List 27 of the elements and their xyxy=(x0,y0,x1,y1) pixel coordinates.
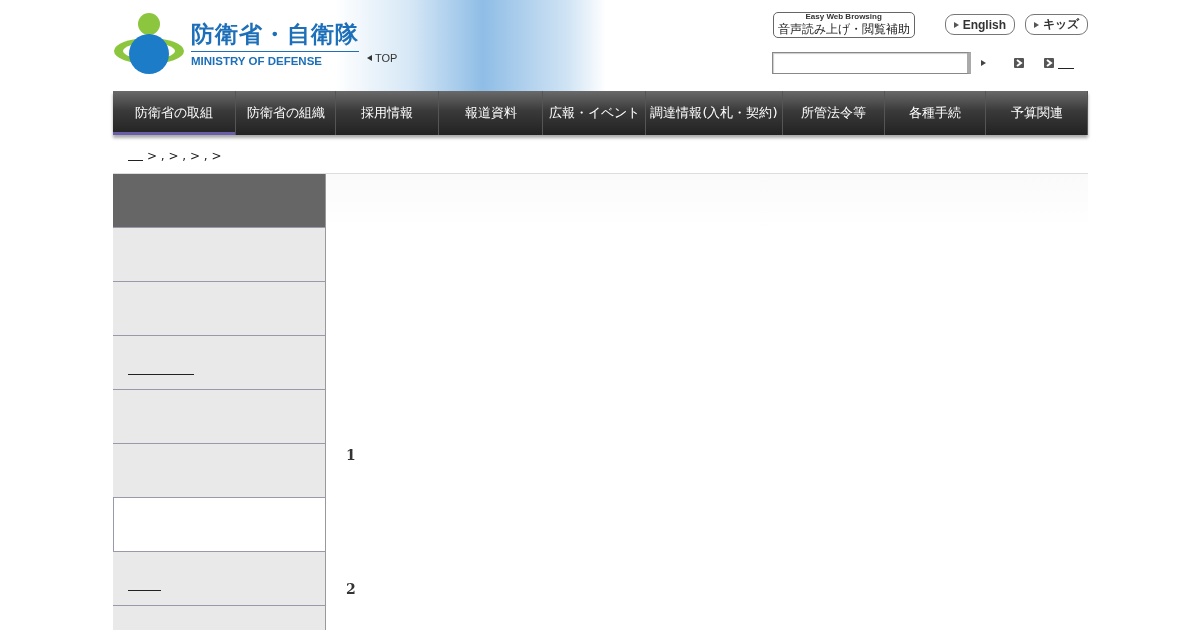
nav-tab[interactable]: 予算関連 xyxy=(986,91,1088,135)
triangle-icon xyxy=(953,21,959,28)
language-button[interactable]: キッズ xyxy=(1025,14,1088,35)
nav-tab[interactable]: 報道資料 xyxy=(439,91,543,135)
triangle-icon xyxy=(1034,21,1039,28)
search-field[interactable] xyxy=(772,52,971,74)
nav-tab[interactable]: 所管法令等 xyxy=(783,91,885,135)
section-number: 1 xyxy=(346,447,357,463)
nav-tab[interactable]: 防衛省の組織 xyxy=(236,91,336,135)
triangle-icon xyxy=(981,60,986,66)
section-number: 2 xyxy=(346,581,357,597)
language-button[interactable]: English xyxy=(944,14,1015,35)
nav-tab[interactable]: 防衛省の取組 xyxy=(113,91,236,135)
triangle-icon xyxy=(367,55,372,61)
nav-tab[interactable]: 各種手続 xyxy=(885,91,986,135)
logo-title: 防衛省・自衛隊 xyxy=(191,19,359,52)
nav-tab[interactable]: 調達情報(入札・契約) xyxy=(646,91,783,135)
logo-subtitle: MINISTRY OF DEFENSE xyxy=(191,55,323,67)
nav-tab[interactable]: 広報・イベント xyxy=(543,91,646,135)
nav-tab[interactable]: 採用情報 xyxy=(336,91,439,135)
sidebar-item[interactable] xyxy=(113,498,325,552)
chevron-icon[interactable] xyxy=(1044,58,1054,68)
breadcrumb: > , > , > , > xyxy=(147,148,222,163)
chevron-icon[interactable] xyxy=(1014,58,1024,68)
top-link[interactable]: TOP xyxy=(367,52,398,64)
accessibility-button[interactable]: Easy Web Browsing 音声読み上げ・閲覧補助 xyxy=(772,12,915,38)
logo-icon xyxy=(113,11,185,75)
